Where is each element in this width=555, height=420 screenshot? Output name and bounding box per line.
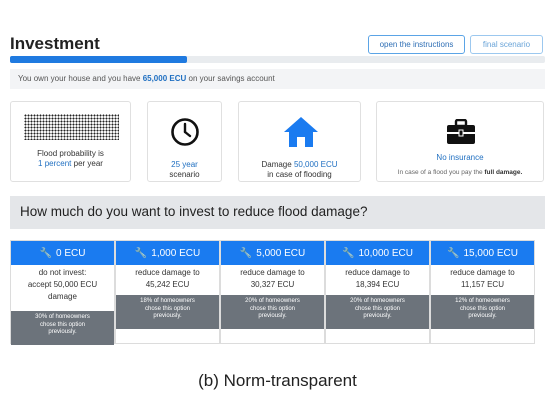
option-5000-ecu[interactable]: 🔧 5,000 ECU reduce damage to 30,327 ECU 2… (220, 240, 325, 344)
stat-line: 30% of homeowners (35, 314, 90, 320)
wrench-icon: 🔧 (39, 247, 52, 259)
damage-value: 50,000 ECU (293, 160, 338, 169)
scenario-length: 25 year (171, 160, 198, 169)
damage-card: Damage 50,000 ECU in case of flooding (238, 101, 361, 182)
option-1000-ecu[interactable]: 🔧 1,000 ECU reduce damage to 45,242 ECU 1… (115, 240, 220, 344)
figure-caption: (b) Norm-transparent (198, 371, 357, 390)
progress-fill (10, 56, 187, 63)
option-header[interactable]: 🔧 1,000 ECU (116, 241, 219, 265)
dot-grid-icon (24, 114, 119, 140)
scenario-card: 25 year scenario (147, 101, 222, 182)
option-stat: 30% of homeowners chose this option prev… (11, 311, 114, 345)
stat-line: 18% of homeowners (140, 298, 195, 304)
option-header[interactable]: 🔧 0 ECU (11, 241, 114, 265)
wrench-icon: 🔧 (447, 247, 460, 259)
option-desc-line: reduce damage to (450, 268, 515, 277)
wrench-icon: 🔧 (134, 247, 148, 259)
stat-line: previously. (48, 329, 77, 335)
stat-line: 20% of homeowners (245, 298, 300, 304)
question-heading: How much do you want to invest to reduce… (10, 196, 545, 229)
flood-probability-label: Flood probability is (37, 149, 104, 158)
progress-bar (10, 56, 545, 63)
final-scenario-button[interactable]: final scenario (470, 35, 543, 54)
option-desc-line: 11,157 ECU (461, 280, 504, 289)
option-label: 5,000 ECU (256, 247, 306, 259)
savings-suffix: on your savings account (186, 74, 275, 83)
stat-line: chose this option (354, 305, 401, 312)
option-label: 1,000 ECU (151, 247, 201, 259)
option-label: 0 ECU (56, 247, 86, 259)
option-0-ecu[interactable]: 🔧 0 ECU do not invest: accept 50,000 ECU … (10, 240, 115, 345)
option-desc-line: reduce damage to (135, 268, 200, 277)
damage-prefix: Damage (261, 160, 294, 169)
flood-probability-card: Flood probability is 1 percent per year (10, 101, 131, 182)
scenario-label: scenario (169, 170, 200, 179)
insurance-card: No insurance In case of a flood you pay … (376, 101, 544, 182)
clock-icon (171, 118, 199, 146)
savings-prefix: You own your house and you have (18, 74, 143, 83)
damage-condition: in case of flooding (267, 170, 332, 179)
option-desc-line: reduce damage to (240, 268, 305, 277)
insurance-note: In case of a flood you pay the (397, 169, 485, 176)
stat-line: chose this option (249, 305, 296, 312)
option-desc-line: 45,242 ECU (145, 280, 190, 289)
option-10000-ecu[interactable]: 🔧 10,000 ECU reduce damage to 18,394 ECU … (325, 240, 430, 344)
option-header[interactable]: 🔧 15,000 ECU (431, 241, 534, 265)
house-icon (284, 117, 318, 147)
flood-probability-value: 1 percent (38, 159, 72, 168)
stat-line: 20% of homeowners (350, 298, 405, 304)
savings-banner: You own your house and you have 65,000 E… (10, 69, 545, 89)
option-desc-line: reduce damage to (345, 268, 410, 277)
briefcase-icon (447, 119, 475, 144)
option-stat: 20% of homeowners chose this option prev… (221, 295, 324, 329)
option-header[interactable]: 🔧 10,000 ECU (326, 241, 429, 265)
option-stat: 12% of homeowners chose this option prev… (431, 295, 534, 329)
option-desc-line: 18,394 ECU (355, 280, 400, 289)
option-desc-line: 30,327 ECU (250, 280, 295, 289)
stat-line: previously. (258, 313, 287, 319)
stat-line: 12% of homeowners (455, 298, 510, 304)
option-label: 15,000 ECU (463, 247, 518, 259)
option-desc-line: damage (48, 292, 77, 301)
option-label: 10,000 ECU (358, 247, 413, 259)
wrench-icon: 🔧 (239, 247, 253, 259)
option-desc-line: do not invest: (38, 268, 87, 277)
option-stat: 18% of homeowners chose this option prev… (116, 295, 219, 329)
flood-probability-suffix: per year (71, 159, 103, 168)
stat-line: previously. (153, 313, 182, 319)
investment-options: 🔧 0 ECU do not invest: accept 50,000 ECU … (10, 240, 536, 345)
savings-amount: 65,000 ECU (142, 74, 187, 83)
page-title: Investment (10, 34, 100, 53)
open-instructions-button[interactable]: open the instructions (368, 35, 465, 54)
insurance-note-bold: full damage. (484, 169, 523, 176)
stat-line: chose this option (144, 305, 191, 312)
stat-line: previously. (468, 313, 497, 319)
option-stat: 20% of homeowners chose this option prev… (326, 295, 429, 329)
option-desc-line: accept 50,000 ECU (27, 280, 98, 289)
stat-line: chose this option (39, 321, 86, 328)
option-15000-ecu[interactable]: 🔧 15,000 ECU reduce damage to 11,157 ECU … (430, 240, 535, 344)
stat-line: chose this option (459, 305, 506, 312)
stat-line: previously. (363, 313, 392, 319)
option-header[interactable]: 🔧 5,000 ECU (221, 241, 324, 265)
wrench-icon: 🔧 (342, 247, 355, 259)
insurance-status: No insurance (436, 153, 484, 162)
